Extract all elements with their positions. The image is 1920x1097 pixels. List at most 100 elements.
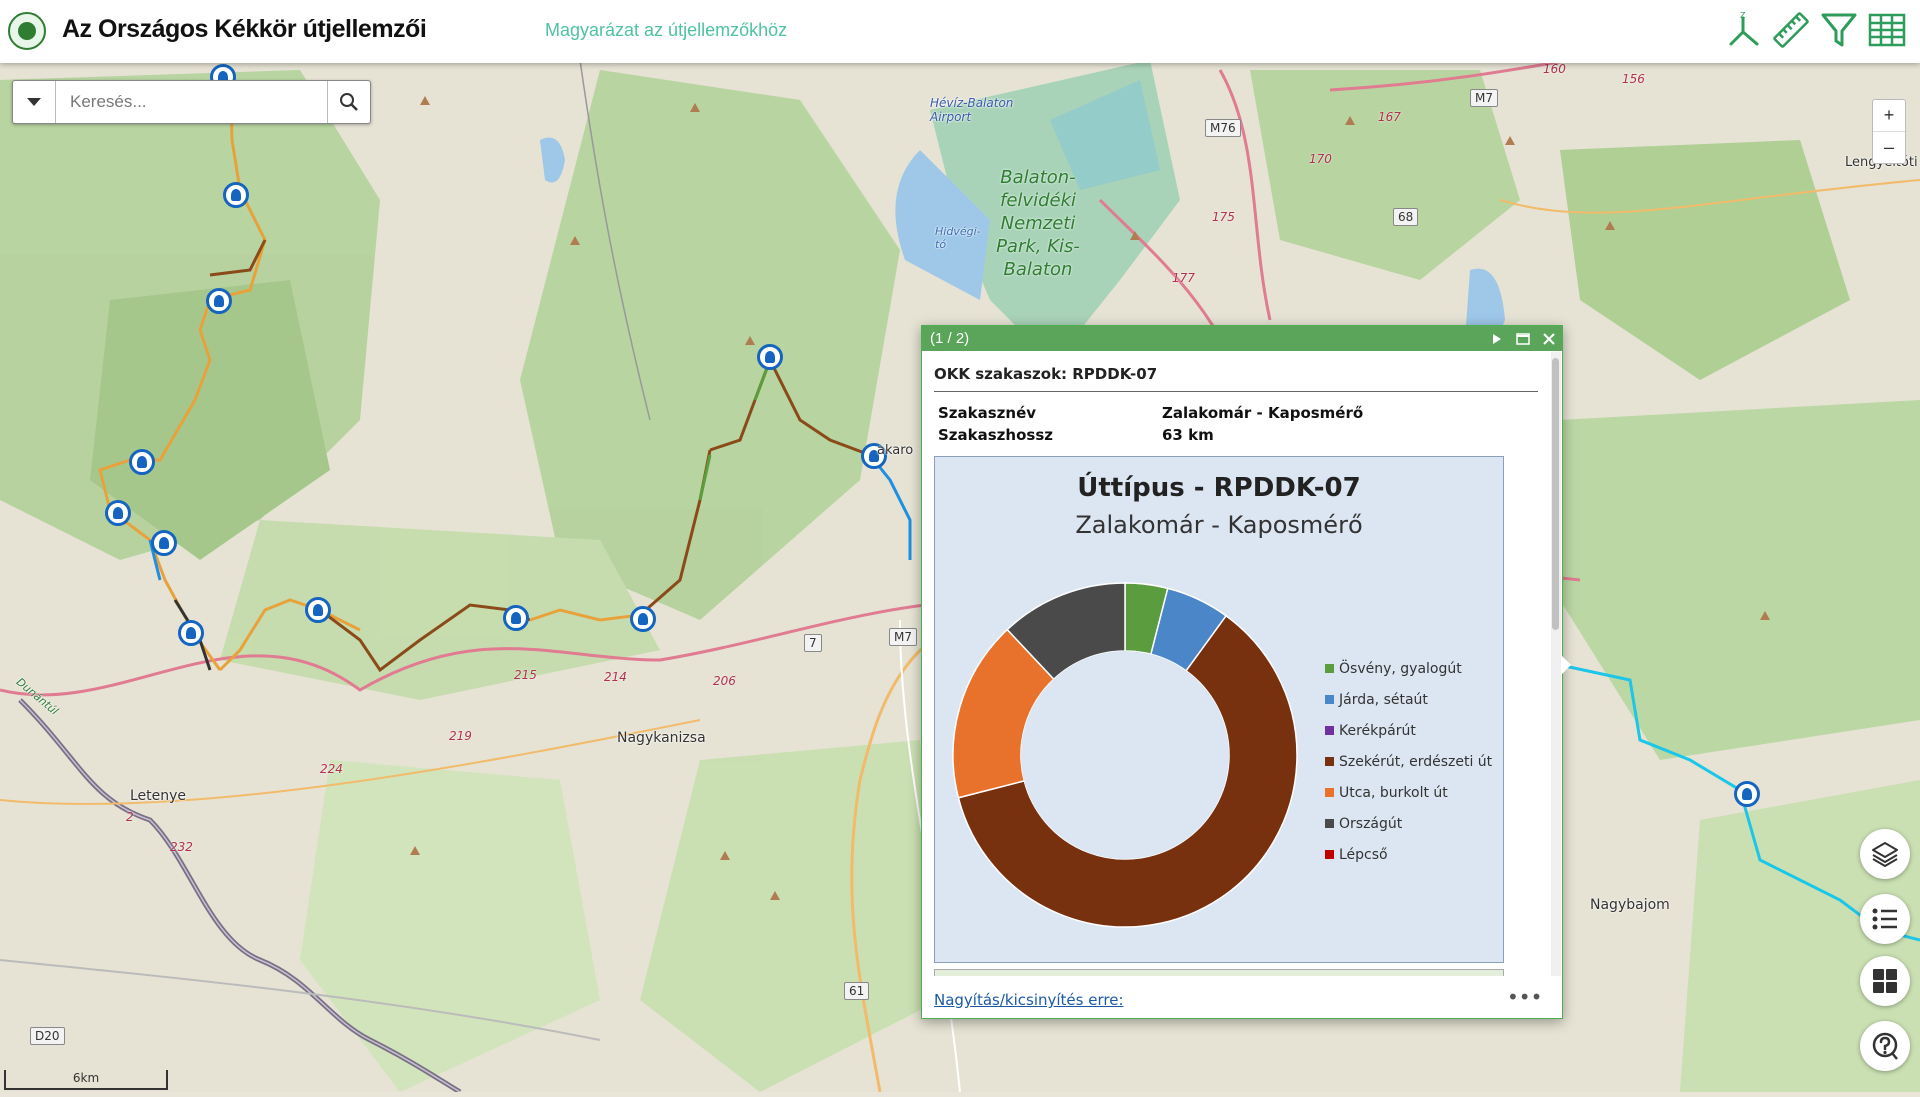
- table-icon: [1868, 13, 1906, 47]
- stamp-point-icon[interactable]: [1734, 781, 1760, 807]
- legend-label: Utca, burkolt út: [1339, 784, 1448, 801]
- zoom-to-link[interactable]: Nagyítás/kicsinyítés erre:: [934, 991, 1124, 1009]
- road-shield: D20: [30, 1027, 65, 1045]
- route-number: 215: [514, 668, 537, 682]
- help-link[interactable]: Magyarázat az útjellemzőkhöz: [545, 20, 787, 41]
- popup-titlebar: (1 / 2): [922, 326, 1562, 351]
- legend-label: Szekérút, erdészeti út: [1339, 753, 1493, 770]
- close-icon: [1543, 332, 1555, 345]
- legend-item: Szekérút, erdészeti út: [1325, 746, 1492, 777]
- scrollbar-thumb[interactable]: [1552, 358, 1559, 630]
- layers-button[interactable]: [1860, 829, 1910, 879]
- zoom-out-button[interactable]: –: [1873, 131, 1905, 163]
- help-button[interactable]: [1860, 1021, 1910, 1071]
- route-number: 177: [1172, 271, 1195, 285]
- list-icon: [1872, 908, 1897, 930]
- road-shield: 68: [1393, 208, 1419, 226]
- road-shield: 61: [844, 982, 870, 1000]
- chart-subtitle: Zalakomár - Kaposmérő: [1075, 511, 1363, 539]
- legend-button[interactable]: [1860, 894, 1910, 944]
- donut-hole: [1021, 651, 1229, 859]
- measure-axes-button[interactable]: Z: [1721, 8, 1765, 52]
- legend-swatch: [1325, 695, 1334, 704]
- attribute-row: Szakaszhossz 63 km: [934, 424, 1538, 446]
- layers-icon: [1872, 842, 1898, 867]
- popup-footer: Nagyítás/kicsinyítés erre: •••: [922, 981, 1562, 1017]
- map-label-nagybajom: Nagybajom: [1590, 897, 1670, 913]
- route-number: 219: [449, 729, 472, 743]
- legend-item: Utca, burkolt út: [1325, 777, 1492, 808]
- legend-swatch: [1325, 726, 1334, 735]
- svg-text:Z: Z: [1740, 11, 1746, 20]
- stamp-point-icon[interactable]: [105, 500, 131, 526]
- attribute-key: Szakasznév: [938, 404, 1037, 422]
- search-source-dropdown[interactable]: [13, 81, 56, 123]
- attribute-value: 63 km: [1162, 426, 1214, 444]
- app-title: Az Országos Kékkör útjellemzői: [62, 15, 427, 43]
- legend-item: Lépcső: [1325, 839, 1492, 870]
- route-number: 232: [170, 840, 193, 854]
- search-icon: [340, 93, 358, 111]
- filter-button[interactable]: [1817, 8, 1861, 52]
- help-icon: [1872, 1032, 1898, 1060]
- route-number: 156: [1622, 72, 1645, 86]
- search-bar: [12, 80, 371, 124]
- legend-item: Kerékpárút: [1325, 715, 1492, 746]
- search-button[interactable]: [327, 81, 370, 123]
- basemap-gallery-button[interactable]: [1860, 956, 1910, 1006]
- legend-item: Járda, sétaút: [1325, 684, 1492, 715]
- app-header: Az Országos Kékkör útjellemzői Magyaráza…: [0, 0, 1920, 63]
- feature-popup: (1 / 2) OKK szakaszok: RPDDK-07 Szakaszn…: [921, 325, 1571, 1019]
- map-scale-bar: 6km: [4, 1070, 168, 1090]
- legend-swatch: [1325, 757, 1334, 766]
- stamp-point-icon[interactable]: [151, 530, 177, 556]
- popup-scrollbar[interactable]: [1551, 352, 1561, 976]
- legend-item: Országút: [1325, 808, 1492, 839]
- map-label-airport: Hévíz-Balaton Airport: [930, 96, 1014, 124]
- route-number: 170: [1309, 152, 1332, 166]
- popup-next-button[interactable]: [1484, 326, 1510, 351]
- play-icon: [1493, 333, 1501, 344]
- road-shield: 7: [804, 634, 822, 652]
- map-label-national-park: Balaton- felvidéki Nemzeti Park, Kis- Ba…: [996, 167, 1080, 280]
- route-number: 214: [604, 670, 627, 684]
- ruler-button[interactable]: [1769, 8, 1813, 52]
- popup-maximize-button[interactable]: [1510, 326, 1536, 351]
- stamp-point-icon[interactable]: [129, 449, 155, 475]
- legend-label: Járda, sétaút: [1339, 691, 1428, 708]
- popup-close-button[interactable]: [1536, 326, 1562, 351]
- attribute-key: Szakaszhossz: [938, 426, 1053, 444]
- table-button[interactable]: [1865, 8, 1909, 52]
- zoom-in-button[interactable]: +: [1873, 100, 1905, 131]
- stamp-point-icon[interactable]: [630, 606, 656, 632]
- legend-swatch: [1325, 788, 1334, 797]
- legend-swatch: [1325, 850, 1334, 859]
- road-shield: M7: [889, 628, 917, 646]
- caret-down-icon: [27, 98, 41, 106]
- app-logo: [8, 12, 46, 50]
- stamp-point-icon[interactable]: [223, 182, 249, 208]
- ruler-icon: [1773, 12, 1809, 48]
- stamp-point-icon[interactable]: [206, 288, 232, 314]
- stamp-point-icon[interactable]: [757, 344, 783, 370]
- attribute-value: Zalakomár - Kaposmérő: [1162, 404, 1364, 422]
- stamp-point-icon[interactable]: [178, 620, 204, 646]
- more-actions-button[interactable]: •••: [1507, 985, 1542, 1009]
- road-shield: M7: [1470, 89, 1498, 107]
- chart-title: Úttípus - RPDDK-07: [1077, 473, 1361, 503]
- search-input[interactable]: [56, 81, 327, 123]
- legend-swatch: [1325, 819, 1334, 828]
- stamp-point-icon[interactable]: [305, 597, 331, 623]
- maximize-icon: [1516, 332, 1530, 345]
- legend-label: Kerékpárút: [1339, 722, 1416, 739]
- legend-label: Országút: [1339, 815, 1403, 832]
- popup-content[interactable]: OKK szakaszok: RPDDK-07 Szakasznév Zalak…: [922, 352, 1550, 976]
- attribute-table: Szakasznév Zalakomár - Kaposmérő Szakasz…: [934, 402, 1538, 446]
- map-label-nagykanizsa: Nagykanizsa: [617, 730, 706, 746]
- map-label-letenye: Letenye: [130, 788, 187, 804]
- route-number: 2: [126, 810, 134, 824]
- next-chart-image: [934, 969, 1504, 976]
- measure-axes-icon: Z: [1729, 11, 1759, 46]
- grid-icon: [1873, 969, 1897, 993]
- stamp-point-icon[interactable]: [503, 605, 529, 631]
